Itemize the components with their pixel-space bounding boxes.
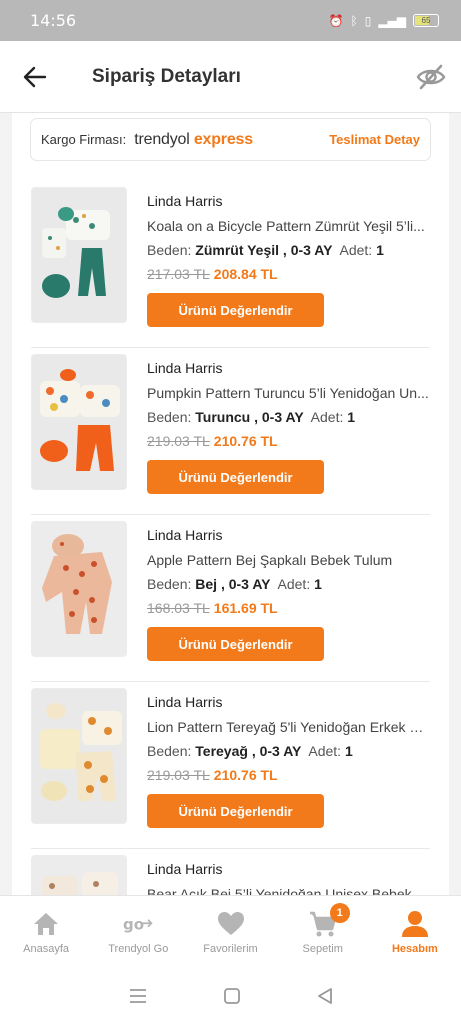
product-prices: 219.03 TL 210.76 TL — [147, 433, 430, 451]
product-variant: Beden: Zümrüt Yeşil , 0-3 AY Adet: 1 — [147, 242, 384, 258]
review-product-button[interactable]: Ürünü Değerlendir — [147, 627, 324, 661]
product-item: Linda Harris Lion Pattern Tereyağ 5'li Y… — [31, 682, 430, 849]
old-price: 217.03 TL — [147, 266, 210, 282]
bottom-navigation: Anasayfa go Trendyol Go Favorilerim 1 Se… — [0, 895, 461, 967]
product-item: Linda Harris Pumpkin Pattern Turuncu 5’l… — [31, 348, 430, 515]
cargo-brand-logo: trendyol express — [134, 131, 253, 149]
nav-favorites[interactable]: Favorilerim — [184, 896, 276, 967]
product-prices: 217.03 TL 208.84 TL — [147, 266, 430, 284]
product-item: Linda Harris Koala on a Bicycle Pattern … — [31, 181, 430, 348]
product-name[interactable]: Pumpkin Pattern Turuncu 5’li Yenidoğan U… — [147, 385, 430, 403]
seller-name: Linda Harris — [147, 861, 223, 877]
order-details-content: Kargo Firması: trendyol express Teslimat… — [12, 113, 449, 895]
product-prices: 219.03 TL 210.76 TL — [147, 767, 430, 785]
product-variant: Beden: Bej , 0-3 AY Adet: 1 — [147, 576, 322, 592]
review-product-button[interactable]: Ürünü Değerlendir — [147, 794, 324, 828]
heart-icon — [217, 911, 244, 935]
new-price: 161.69 TL — [213, 600, 278, 616]
product-variant: Beden: Turuncu , 0-3 AY Adet: 1 — [147, 409, 356, 425]
product-variant: Beden: Tereyağ , 0-3 AY Adet: 1 — [147, 743, 353, 759]
old-price: 168.03 TL — [147, 600, 210, 616]
nav-account[interactable]: Hesabım — [369, 896, 461, 967]
hide-prices-button[interactable] — [401, 41, 461, 113]
cargo-brand-part2: express — [193, 130, 253, 148]
product-name[interactable]: Koala on a Bicycle Pattern Zümrüt Yeşil … — [147, 218, 430, 236]
new-price: 208.84 TL — [213, 266, 278, 282]
cargo-info-box: Kargo Firması: trendyol express Teslimat… — [30, 118, 431, 161]
square-icon[interactable] — [223, 987, 241, 1005]
cargo-brand-part1: trendyol — [134, 130, 190, 148]
product-name[interactable]: Apple Pattern Bej Şapkalı Bebek Tulum — [147, 552, 430, 570]
cart-badge: 1 — [329, 903, 350, 923]
product-item: Linda Harris Apple Pattern Bej Şapkalı B… — [31, 515, 430, 682]
status-time: 14:56 — [30, 11, 77, 30]
back-button[interactable] — [0, 41, 70, 113]
home-icon — [34, 912, 59, 935]
battery-level: 65 — [421, 16, 431, 25]
system-navigation — [0, 967, 461, 1024]
old-price: 219.03 TL — [147, 767, 210, 783]
seller-name: Linda Harris — [147, 527, 223, 543]
review-product-button[interactable]: Ürünü Değerlendir — [147, 293, 324, 327]
cargo-label: Kargo Firması: — [41, 132, 127, 147]
nav-account-label: Hesabım — [391, 942, 438, 955]
svg-text:go: go — [123, 915, 144, 933]
page-title: Sipariş Detayları — [92, 65, 241, 87]
bluetooth-icon: ᛒ — [350, 13, 358, 28]
seller-name: Linda Harris — [147, 694, 223, 710]
product-image[interactable] — [31, 855, 127, 895]
back-triangle-icon[interactable] — [316, 987, 334, 1005]
nav-favorites-label: Favorilerim — [203, 942, 258, 955]
app-header: Sipariş Detayları — [0, 41, 461, 113]
review-product-button[interactable]: Ürünü Değerlendir — [147, 460, 324, 494]
back-arrow-icon — [23, 66, 47, 87]
product-name[interactable]: Bear Açık Bej 5’li Yenidoğan Unisex Bebe… — [147, 886, 430, 895]
seller-name: Linda Harris — [147, 193, 223, 209]
nav-go-label: Trendyol Go — [108, 942, 169, 955]
product-image[interactable] — [31, 354, 127, 490]
product-image[interactable] — [31, 688, 127, 824]
nav-trendyol-go[interactable]: go Trendyol Go — [92, 896, 184, 967]
status-icons: ⏰ ᛒ ▯ ▂▄▆ 65 — [329, 14, 439, 28]
menu-icon[interactable] — [128, 987, 148, 1005]
product-image[interactable] — [31, 521, 127, 657]
nav-home-label: Anasayfa — [23, 942, 70, 955]
old-price: 219.03 TL — [147, 433, 210, 449]
trendyol-go-icon: go — [123, 915, 153, 933]
user-icon — [401, 910, 428, 937]
eye-off-icon — [416, 64, 446, 89]
nav-cart-label: Sepetim — [302, 942, 343, 955]
new-price: 210.76 TL — [213, 767, 278, 783]
status-bar: 14:56 ⏰ ᛒ ▯ ▂▄▆ 65 — [0, 0, 461, 41]
nav-home[interactable]: Anasayfa — [0, 896, 92, 967]
seller-name: Linda Harris — [147, 360, 223, 376]
product-prices: 168.03 TL 161.69 TL — [147, 600, 430, 618]
nav-cart[interactable]: 1 Sepetim — [277, 896, 369, 967]
signal-icon: ▂▄▆ — [378, 13, 406, 28]
product-name[interactable]: Lion Pattern Tereyağ 5'li Yenidoğan Erke… — [147, 719, 430, 737]
delivery-detail-link[interactable]: Teslimat Detay — [329, 132, 420, 147]
alarm-icon: ⏰ — [328, 13, 344, 28]
product-item: Linda Harris Bear Açık Bej 5’li Yenidoğa… — [31, 849, 430, 895]
vibrate-icon: ▯ — [364, 13, 372, 28]
product-image[interactable] — [31, 187, 127, 323]
battery-icon: 65 — [413, 14, 439, 27]
new-price: 210.76 TL — [213, 433, 278, 449]
